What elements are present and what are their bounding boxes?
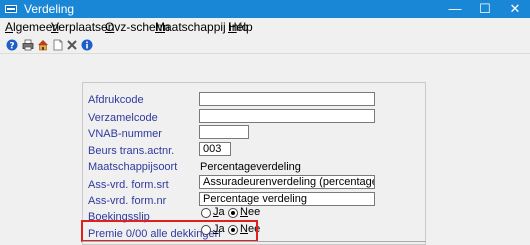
menu-help-mnemonic: H [228,20,237,34]
boekingsslip-ja-radio[interactable] [201,208,211,218]
panel-divider [82,241,426,245]
home-icon[interactable] [37,39,49,51]
maatschappijsoort-label: Maatschappijsoort [88,161,178,173]
app-window-icon [5,5,17,13]
boekingsslip-nee-option[interactable]: Nee [240,206,260,218]
minimize-button[interactable]: — [440,0,470,18]
verzamelcode-input[interactable] [199,109,375,123]
boekingsslip-ja-text: a [218,206,225,218]
beurs-transactnr-input[interactable]: 003 [199,142,231,156]
menu-maatschappij-info-mnemonic: M [155,20,165,34]
menu-help[interactable]: Help [228,20,253,34]
title-bar: Verdeling — ☐ ✕ [0,0,530,18]
maatschappijsoort-value: Percentageverdeling [200,161,301,173]
vnab-nummer-label: VNAB-nummer [88,128,162,140]
boekingsslip-nee-text: ee [247,206,261,218]
afdrukcode-input[interactable] [199,92,375,106]
boekingsslip-nee-mnemonic: N [240,206,248,218]
afdrukcode-label: Afdrukcode [88,94,144,106]
info-icon[interactable] [81,39,93,51]
vnab-nummer-input[interactable] [199,125,249,139]
menu-bar: Algemeen Verplaatsen Ovz-scherm Maatscha… [0,18,530,36]
boekingsslip-nee-radio[interactable] [228,208,238,218]
close-button[interactable]: ✕ [500,0,530,18]
ass-vrd-form-srt-input[interactable]: Assuradeurenverdeling (percentage) [199,175,375,189]
ass-vrd-form-nr-label: Ass-vrd. form.nr [88,195,167,207]
new-document-icon[interactable] [52,39,64,51]
help-icon[interactable]: ? [6,39,18,51]
verzamelcode-label: Verzamelcode [88,112,158,124]
delete-icon[interactable] [66,39,78,51]
highlight-box [81,220,258,242]
menu-help-label: elp [236,20,253,34]
menu-algemeen-mnemonic: A [5,20,14,34]
boekingsslip-ja-option[interactable]: Ja [213,206,225,218]
window-title: Verdeling [24,2,75,16]
svg-text:?: ? [9,42,14,52]
beurs-transactnr-label: Beurs trans.actnr. [88,145,175,157]
menu-ovz-scherm-mnemonic: O [105,20,115,34]
ass-vrd-form-nr-input[interactable]: Percentage verdeling [199,192,375,206]
print-icon[interactable] [22,39,34,51]
ass-vrd-form-srt-label: Ass-vrd. form.srt [88,179,169,191]
toolbar: ? [0,36,530,54]
maximize-button[interactable]: ☐ [470,0,500,18]
